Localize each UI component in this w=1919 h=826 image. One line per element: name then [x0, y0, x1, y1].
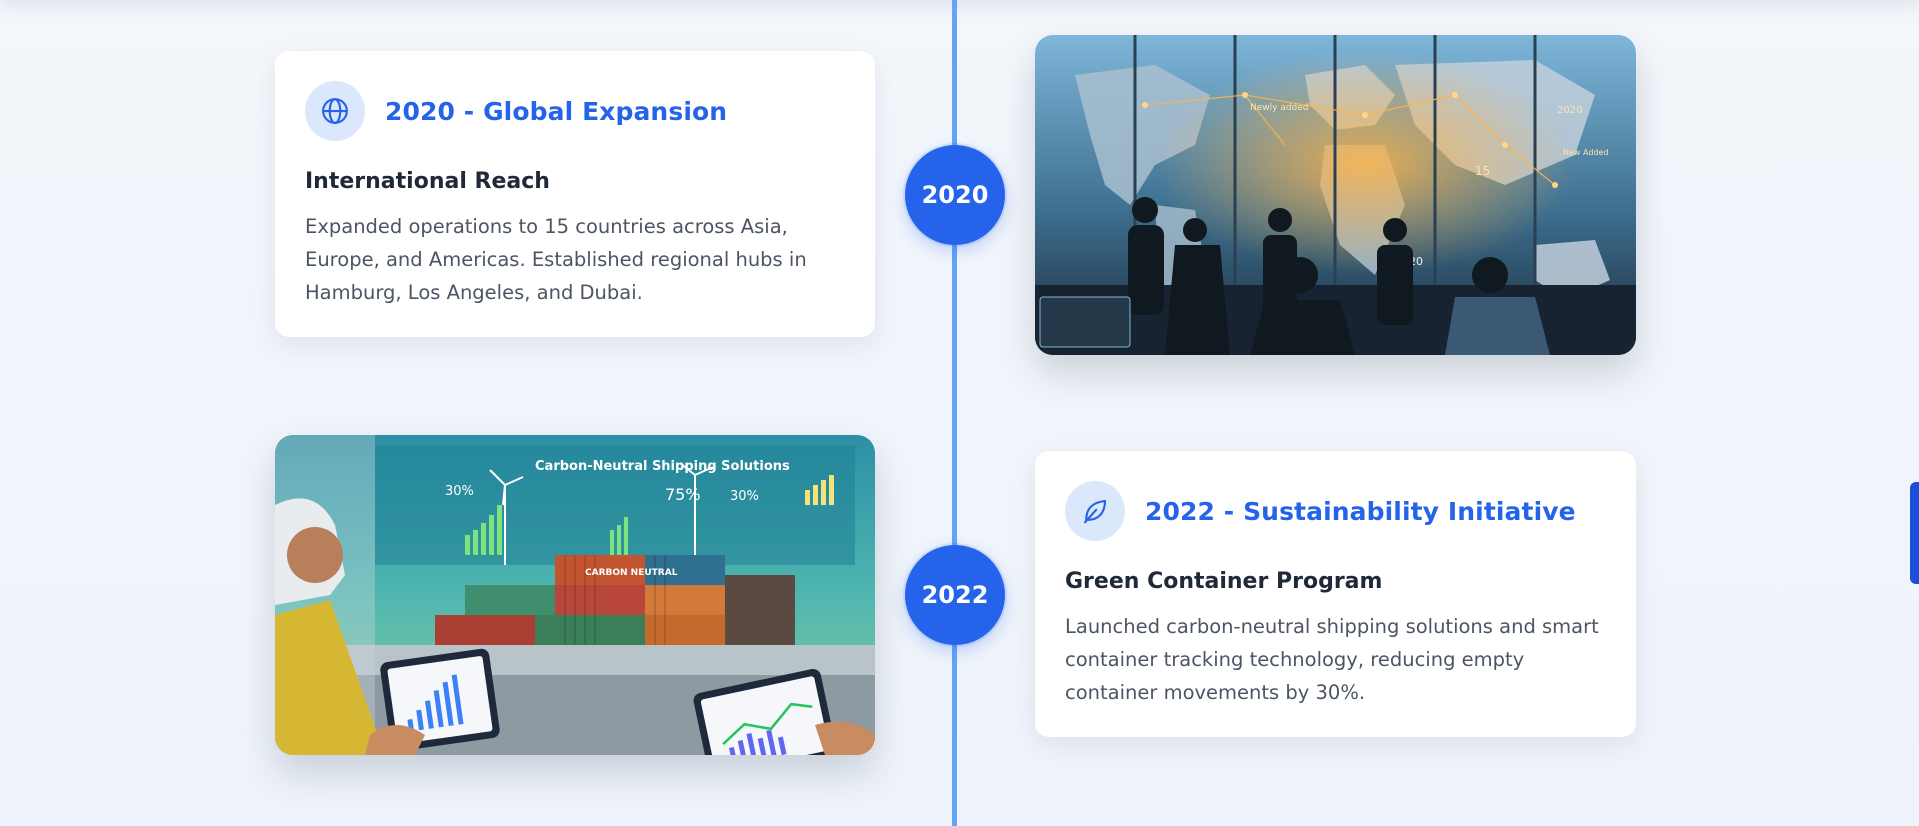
- svg-text:15: 15: [1475, 164, 1490, 178]
- card-description: Expanded operations to 15 countries acro…: [305, 215, 807, 304]
- card-subtitle: Green Container Program: [1065, 569, 1383, 594]
- global-map-image: Newly added New Added 2020 15 2020: [1035, 35, 1636, 355]
- card-subtitle: International Reach: [305, 169, 550, 194]
- leaf-icon: [1065, 481, 1125, 541]
- globe-icon: [305, 81, 365, 141]
- svg-text:New Added: New Added: [1563, 148, 1608, 157]
- sustainability-image: Carbon-Neutral Shipping Solutions 30% 75…: [275, 435, 875, 755]
- card-title: 2020 - Global Expansion: [385, 96, 728, 126]
- svg-text:CARBON NEUTRAL: CARBON NEUTRAL: [585, 568, 678, 578]
- year-marker-2022: 2022: [905, 545, 1005, 645]
- card-header: 2020 - Global Expansion: [305, 81, 845, 141]
- timeline-line: [952, 0, 957, 826]
- year-label: 2020: [921, 181, 989, 209]
- svg-text:Carbon-Neutral Shipping Soluti: Carbon-Neutral Shipping Solutions: [535, 459, 790, 474]
- scrollbar-thumb[interactable]: [1910, 482, 1919, 584]
- timeline-card-2022: 2022 - Sustainability Initiative Green C…: [1035, 451, 1636, 737]
- svg-text:Newly added: Newly added: [1250, 103, 1309, 113]
- svg-text:2020: 2020: [1557, 105, 1582, 116]
- card-title: 2022 - Sustainability Initiative: [1145, 496, 1576, 526]
- timeline-card-2020: 2020 - Global Expansion International Re…: [275, 51, 875, 337]
- card-header: 2022 - Sustainability Initiative: [1065, 481, 1606, 541]
- year-marker-2020: 2020: [905, 145, 1005, 245]
- year-label: 2022: [921, 581, 989, 609]
- svg-text:30%: 30%: [730, 489, 759, 504]
- card-description: Launched carbon-neutral shipping solutio…: [1065, 615, 1599, 704]
- svg-text:30%: 30%: [445, 484, 474, 499]
